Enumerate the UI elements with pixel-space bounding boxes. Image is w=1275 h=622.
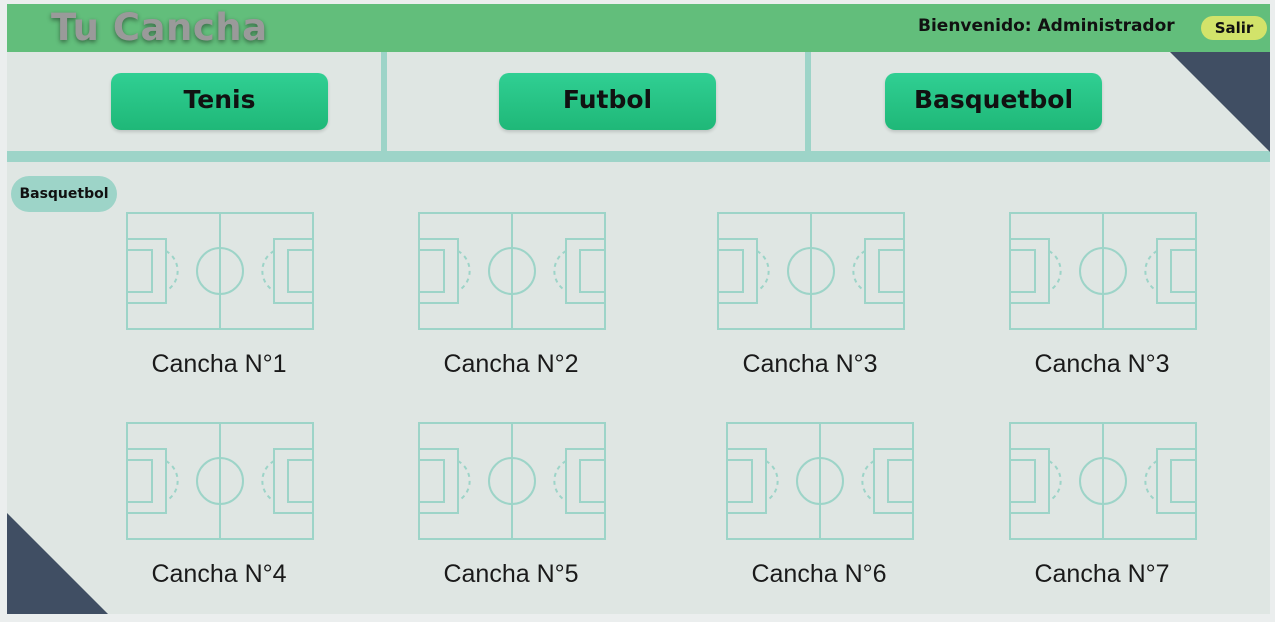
soccer-field-icon [418,212,606,330]
sport-divider [805,52,811,152]
soccer-field-icon [717,212,905,330]
sport-bar-underline [7,151,1270,162]
soccer-field-icon [1009,422,1197,540]
court-card[interactable]: Cancha N°5 [418,422,606,597]
court-label: Cancha N°4 [151,560,287,588]
court-card[interactable]: Cancha N°2 [418,212,606,387]
sport-divider [381,52,387,152]
welcome-message: Bienvenido: Administrador [918,16,1175,36]
soccer-field-icon [126,212,314,330]
court-label: Cancha N°7 [1034,560,1170,588]
logout-button[interactable]: Salir [1201,16,1267,40]
court-card[interactable]: Cancha N°6 [726,422,914,597]
court-label: Cancha N°5 [443,560,579,588]
court-label: Cancha N°6 [751,560,887,588]
section-tag: Basquetbol [11,176,117,212]
basquetbol-button[interactable]: Basquetbol [885,73,1102,130]
court-card[interactable]: Cancha N°1 [126,212,314,387]
court-label: Cancha N°3 [1034,350,1170,378]
court-label: Cancha N°2 [443,350,579,378]
soccer-field-icon [726,422,914,540]
court-card[interactable]: Cancha N°3 [717,212,905,387]
soccer-field-icon [418,422,606,540]
court-card[interactable]: Cancha N°7 [1009,422,1197,597]
tenis-button[interactable]: Tenis [111,73,328,130]
app-window: Tu Cancha Bienvenido: Administrador Sali… [7,4,1270,614]
sport-selector-bar: Tenis Futbol Basquetbol [7,52,1270,162]
app-logo[interactable]: Tu Cancha [51,6,268,49]
soccer-field-icon [1009,212,1197,330]
futbol-button[interactable]: Futbol [499,73,716,130]
soccer-field-icon [126,422,314,540]
court-label: Cancha N°1 [151,350,287,378]
court-card[interactable]: Cancha N°3 [1009,212,1197,387]
top-bar: Tu Cancha Bienvenido: Administrador Sali… [7,4,1270,52]
corner-decoration-top-right [1170,52,1270,152]
court-label: Cancha N°3 [742,350,878,378]
court-card[interactable]: Cancha N°4 [126,422,314,597]
